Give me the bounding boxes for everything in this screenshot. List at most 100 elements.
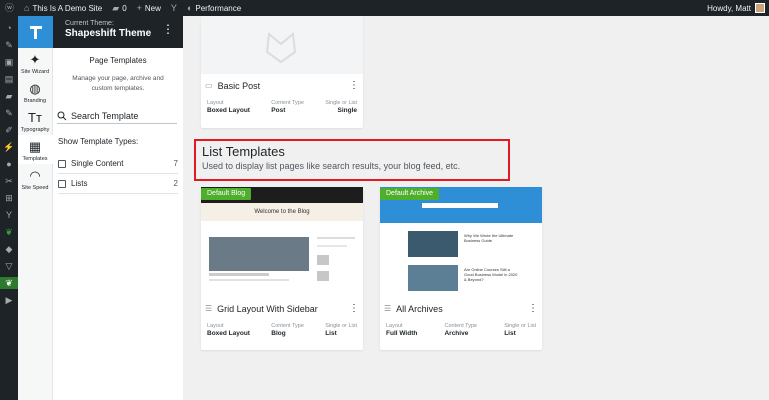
- default-blog-badge: Default Blog: [201, 188, 252, 200]
- howdy-text: Howdy, Matt: [707, 3, 751, 13]
- preview-image: [408, 265, 458, 291]
- avatar: [755, 3, 765, 13]
- shield-icon[interactable]: ◆: [3, 243, 15, 255]
- meta-label: Single or List: [504, 323, 536, 329]
- type-count: 2: [173, 179, 178, 188]
- new-content-link[interactable]: + New: [132, 0, 166, 16]
- search-icon: [57, 111, 67, 120]
- meta-value: List: [504, 330, 516, 337]
- theme-sidebar: ✦ Site Wizard ◍ Branding Tт Typography ▦…: [17, 16, 53, 400]
- theme-nav-site-speed[interactable]: ◠ Site Speed: [18, 164, 53, 193]
- media-icon[interactable]: ▣: [3, 56, 15, 68]
- wordpress-icon: ⓦ: [5, 3, 15, 13]
- pin-icon-2[interactable]: ✎: [3, 107, 15, 119]
- yoast-menu-icon[interactable]: Y: [3, 209, 15, 221]
- card-title: Grid Layout With Sidebar: [217, 303, 318, 314]
- theme-nav-templates[interactable]: ▦ Templates: [17, 135, 53, 164]
- meta-content-type: Content Type Blog: [271, 323, 304, 337]
- palette-icon: ◍: [29, 81, 41, 96]
- pages-icon[interactable]: ▤: [3, 73, 15, 85]
- more-options-icon[interactable]: ⋮: [349, 80, 359, 91]
- wordpress-logo[interactable]: ⓦ: [0, 0, 19, 16]
- templates-icon: ▦: [28, 139, 42, 154]
- speedometer-icon: ◠: [29, 168, 41, 183]
- preview-line: [209, 273, 269, 276]
- site-name: This Is A Demo Site: [32, 3, 103, 13]
- meta-label: Single or List: [325, 100, 357, 106]
- meta-value: Single: [337, 107, 357, 114]
- settings-icon[interactable]: ⊞: [3, 192, 15, 204]
- type-lists[interactable]: Lists 2: [58, 174, 178, 194]
- vault-icon[interactable]: ▽: [3, 260, 15, 272]
- meta-label: Content Type: [444, 323, 478, 329]
- yoast-icon: Y: [170, 3, 177, 13]
- preview-title: Welcome to the Blog: [201, 203, 363, 221]
- comments-link[interactable]: ▰ 0: [107, 0, 131, 16]
- performance-link[interactable]: ◐ Performance: [182, 0, 246, 16]
- checkbox[interactable]: [58, 159, 66, 168]
- type-single-content[interactable]: Single Content 7: [58, 154, 178, 174]
- template-card-basic-post[interactable]: ▭ Basic Post ⋮ Layout Boxed Layout Conten…: [201, 16, 363, 128]
- theme-logo[interactable]: [18, 16, 53, 48]
- theme-nav-label: Site Wizard: [20, 69, 50, 75]
- card-title-row: ☰ All Archives ⋮: [384, 303, 538, 314]
- comment-icon: ▰: [112, 3, 120, 13]
- comments-count: 0: [122, 3, 127, 13]
- leaf-icon[interactable]: ❦: [3, 226, 15, 238]
- account-menu[interactable]: Howdy, Matt: [707, 0, 765, 16]
- shapeshift-logo-icon: [29, 26, 42, 39]
- type-label: Single Content: [71, 159, 124, 168]
- theme-nav-label: Branding: [23, 98, 47, 104]
- panel-description: Manage your page, archive and custom tem…: [72, 75, 164, 92]
- appearance-icon[interactable]: ✐: [3, 124, 15, 136]
- meta-value: Boxed Layout: [207, 107, 250, 114]
- template-thumbnail: Why We Wrote the Ultimate Business Guide…: [380, 187, 542, 295]
- meta-single-or-list: Single or List List: [504, 323, 536, 337]
- meta-label: Layout: [207, 100, 224, 106]
- search-template-field[interactable]: Search Template: [57, 108, 177, 124]
- template-thumbnail: Welcome to the Blog: [201, 187, 363, 295]
- comments-icon[interactable]: ▰: [3, 90, 15, 102]
- preview-item-title: Are Online Courses Still a Good Business…: [464, 267, 518, 282]
- template-card-grid-layout[interactable]: Welcome to the Blog ☰ Grid Layout With S…: [201, 187, 363, 350]
- plugins-icon[interactable]: ⚡: [3, 141, 15, 153]
- tools-icon[interactable]: ✂: [3, 175, 15, 187]
- preview-sidebar-thumb: [317, 255, 329, 265]
- preview-sidebar-line: [317, 245, 347, 247]
- card-meta: Layout Boxed Layout Content Type Blog Sing…: [207, 323, 357, 337]
- more-options-icon[interactable]: ⋮: [349, 303, 359, 314]
- theme-nav-typography[interactable]: Tт Typography: [18, 106, 53, 135]
- current-theme-name: Shapeshift Theme: [65, 28, 152, 39]
- checkbox[interactable]: [58, 179, 66, 188]
- preview-search-bar: [422, 203, 498, 208]
- default-archive-badge: Default Archive: [380, 188, 440, 200]
- meta-value: Boxed Layout: [207, 330, 250, 337]
- preview-line: [209, 279, 289, 281]
- users-icon[interactable]: ●: [3, 158, 15, 170]
- site-name-link[interactable]: ⌂ This Is A Demo Site: [19, 0, 107, 16]
- new-label: New: [144, 3, 161, 13]
- more-options-icon[interactable]: ⋮: [528, 303, 538, 314]
- meta-content-type: Content Type Post: [271, 100, 304, 114]
- post-type-icon: ▭: [205, 81, 213, 90]
- template-card-all-archives[interactable]: Why We Wrote the Ultimate Business Guide…: [380, 187, 542, 350]
- plus-icon: +: [136, 3, 142, 13]
- wand-icon: ✦: [29, 52, 41, 67]
- meta-label: Single or List: [325, 323, 357, 329]
- theme-nav-branding[interactable]: ◍ Branding: [18, 77, 53, 106]
- panel-title: Page Templates: [89, 56, 147, 65]
- dashboard-icon[interactable]: ◔: [3, 22, 15, 34]
- yoast-link[interactable]: Y: [166, 0, 182, 16]
- theme-leaf-icon[interactable]: ❦: [0, 277, 18, 289]
- preview-item-title: Why We Wrote the Ultimate Business Guide: [464, 233, 514, 243]
- pin-icon[interactable]: ✎: [3, 39, 15, 51]
- search-placeholder: Search Template: [71, 110, 139, 121]
- preview-image: [209, 237, 309, 271]
- more-options-icon[interactable]: ⋮: [162, 23, 174, 35]
- theme-nav-site-wizard[interactable]: ✦ Site Wizard: [18, 48, 53, 77]
- type-list: Single Content 7 Lists 2: [53, 154, 183, 194]
- card-title-row: ▭ Basic Post ⋮: [205, 80, 359, 91]
- placeholder-image-icon: [265, 32, 297, 64]
- collapse-menu-icon[interactable]: ▶: [3, 294, 15, 306]
- show-types-label: Show Template Types:: [58, 137, 139, 146]
